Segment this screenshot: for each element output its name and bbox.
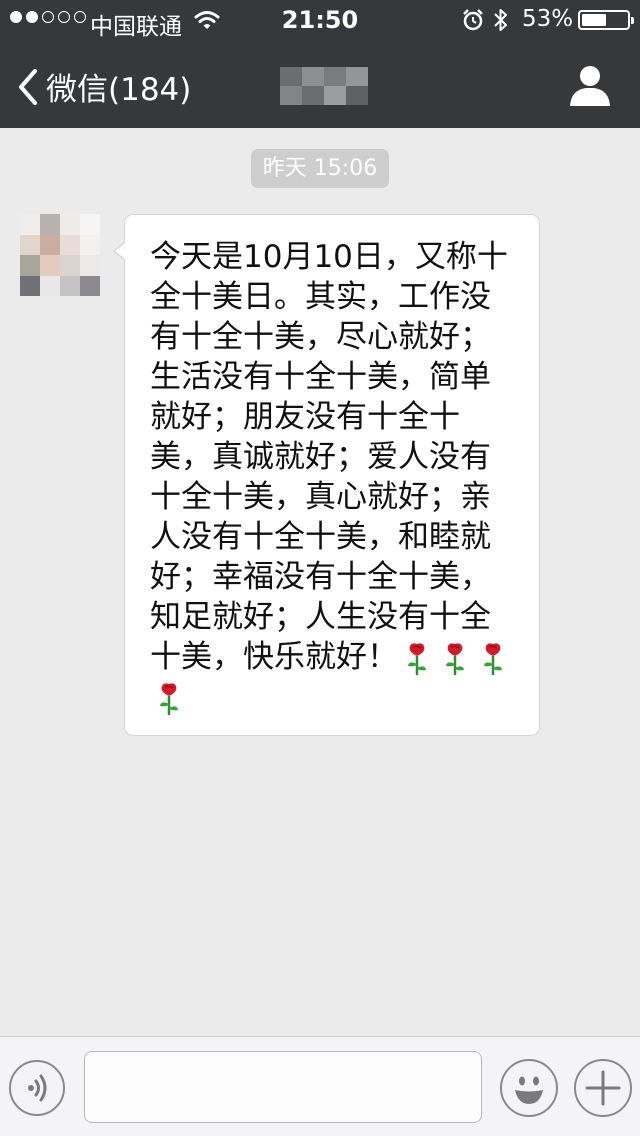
emoji-button[interactable] bbox=[500, 1059, 558, 1117]
message-bubble[interactable]: 今天是10月10日，又称十全十美日。其实，工作没有十全十美，尽心就好；生活没有十… bbox=[113, 214, 540, 736]
rose-icon bbox=[446, 642, 464, 675]
input-bar bbox=[0, 1036, 640, 1136]
message-timestamp: 昨天 15:06 bbox=[251, 149, 389, 188]
person-icon bbox=[570, 66, 610, 106]
chat-title-blurred bbox=[280, 67, 368, 105]
plus-button[interactable] bbox=[574, 1059, 632, 1117]
nav-bar: 微信(184) bbox=[0, 40, 640, 128]
bluetooth-icon bbox=[494, 9, 507, 31]
plus-icon bbox=[585, 1070, 621, 1106]
back-label: 微信(184) bbox=[46, 72, 192, 108]
battery-icon bbox=[578, 10, 634, 30]
message-input[interactable] bbox=[84, 1051, 482, 1123]
top-bar: 中国联通 21:50 53% 微信(184) bbox=[0, 0, 640, 128]
avatar[interactable] bbox=[20, 214, 100, 296]
back-button[interactable]: 微信(184) bbox=[18, 64, 191, 109]
alarm-icon bbox=[463, 9, 483, 31]
message-text: 今天是10月10日，又称十全十美日。其实，工作没有十全十美，尽心就好；生活没有十… bbox=[150, 239, 508, 675]
status-bar: 中国联通 21:50 53% bbox=[0, 0, 640, 40]
rose-icon bbox=[484, 642, 502, 675]
voice-button[interactable] bbox=[9, 1060, 65, 1116]
voice-icon bbox=[28, 1074, 47, 1102]
smiley-icon bbox=[515, 1076, 543, 1104]
chevron-left-icon bbox=[19, 68, 37, 105]
rose-icon bbox=[160, 682, 178, 715]
rose-icon bbox=[408, 642, 426, 675]
battery-percent: 53% bbox=[522, 6, 574, 32]
contact-info-button[interactable] bbox=[566, 64, 614, 108]
chat-screen: 中国联通 21:50 53% 微信(184) 昨天 15:06 今天是10月10… bbox=[0, 0, 640, 1136]
